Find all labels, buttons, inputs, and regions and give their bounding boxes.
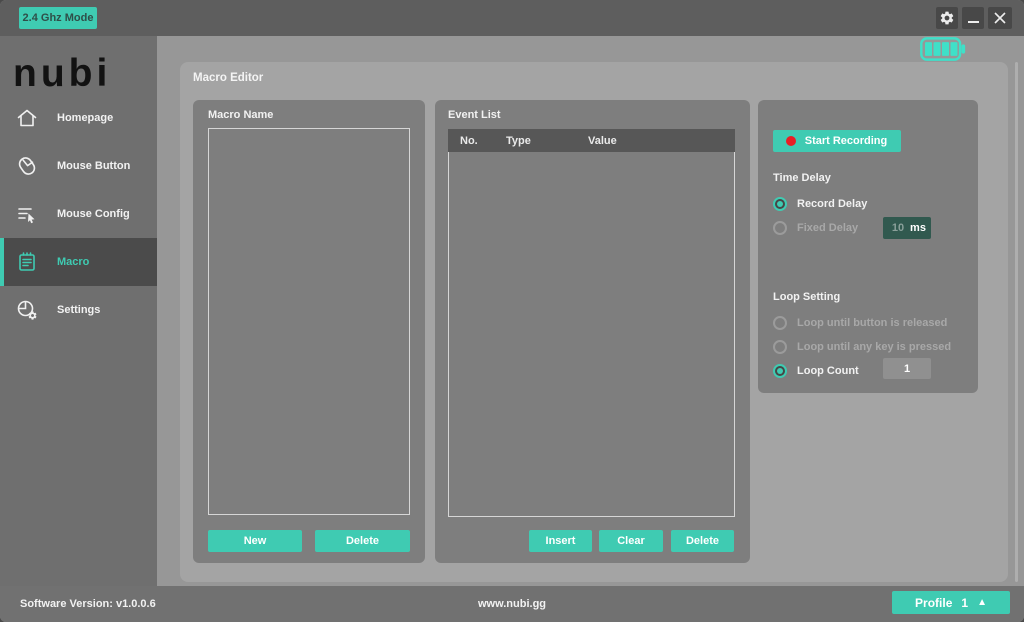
title-bar: 2.4 Ghz Mode [0, 0, 1024, 36]
event-list-panel: Event List No. Type Value Insert Clear D… [435, 100, 750, 563]
nubi-logo: nubi [13, 52, 145, 96]
battery-icon [919, 37, 967, 61]
recording-panel: Start Recording Time Delay Record Delay … [758, 100, 978, 393]
macro-name-list[interactable] [208, 128, 410, 515]
loop-count-label: Loop Count [797, 365, 859, 377]
macro-editor-container: Macro Editor Macro Name New Delete Event… [180, 62, 1008, 582]
profile-number: 1 [961, 596, 968, 610]
mouse-button-icon [15, 154, 39, 178]
sidebar-item-label: Homepage [57, 112, 113, 124]
loop-until-pressed-radio [773, 340, 787, 354]
event-delete-button[interactable]: Delete [671, 530, 734, 552]
main-area: Macro Editor Macro Name New Delete Event… [157, 36, 1024, 586]
close-button[interactable] [988, 7, 1012, 29]
event-list-title: Event List [448, 109, 501, 121]
loop-count-input-box [883, 358, 931, 379]
record-delay-label: Record Delay [797, 198, 867, 210]
sidebar-item-mouse-config[interactable]: Mouse Config [0, 190, 157, 238]
loop-count-option[interactable]: Loop Count [773, 363, 859, 379]
loop-count-input[interactable] [883, 358, 931, 379]
macro-new-button[interactable]: New [208, 530, 302, 552]
fixed-delay-unit: ms [910, 222, 926, 234]
column-value: Value [588, 135, 735, 147]
macro-name-title: Macro Name [208, 109, 273, 121]
loop-until-released-option[interactable]: Loop until button is released [773, 315, 947, 331]
loop-count-radio [773, 364, 787, 378]
settings-gear-button[interactable] [936, 7, 958, 29]
close-icon [993, 11, 1007, 25]
fixed-delay-input-box: ms [883, 217, 931, 239]
start-recording-button[interactable]: Start Recording [773, 130, 901, 152]
sidebar-item-settings[interactable]: Settings [0, 286, 157, 334]
mouse-config-icon [15, 202, 39, 226]
status-bar: www.nubi.gg Software Version: v1.0.0.6 P… [0, 586, 1024, 622]
macro-icon [15, 250, 39, 274]
settings-mouse-icon [15, 298, 39, 322]
column-type: Type [506, 135, 588, 147]
event-insert-button[interactable]: Insert [529, 530, 592, 552]
gear-icon [939, 10, 955, 26]
minimize-icon [968, 21, 979, 23]
software-version-text: Software Version: v1.0.0.6 [20, 586, 156, 622]
column-no: No. [448, 135, 506, 147]
event-table-body[interactable] [448, 152, 735, 517]
record-delay-radio [773, 197, 787, 211]
record-delay-option[interactable]: Record Delay [773, 196, 867, 212]
sidebar-item-label: Mouse Button [57, 160, 130, 172]
sidebar-nav: Homepage Mouse Button Mouse Config Macro [0, 94, 157, 334]
event-table-header: No. Type Value [448, 129, 735, 152]
macro-name-panel: Macro Name New Delete [193, 100, 425, 563]
sidebar: nubi Homepage Mouse Button Mouse Config [0, 36, 157, 586]
fixed-delay-input[interactable] [888, 222, 908, 234]
sidebar-item-label: Macro [57, 256, 89, 268]
app-window: 2.4 Ghz Mode nubi Homepage [0, 0, 1024, 622]
sidebar-item-mouse-button[interactable]: Mouse Button [0, 142, 157, 190]
loop-until-released-radio [773, 316, 787, 330]
fixed-delay-label: Fixed Delay [797, 222, 858, 234]
fixed-delay-option[interactable]: Fixed Delay [773, 220, 858, 236]
profile-selector-button[interactable]: Profile 1 ▲ [892, 591, 1010, 614]
vertical-scrollbar[interactable] [1015, 62, 1018, 582]
minimize-button[interactable] [962, 7, 984, 29]
time-delay-title: Time Delay [773, 172, 831, 184]
sidebar-item-macro[interactable]: Macro [0, 238, 157, 286]
start-recording-label: Start Recording [805, 135, 888, 147]
sidebar-item-label: Mouse Config [57, 208, 130, 220]
loop-until-pressed-option[interactable]: Loop until any key is pressed [773, 339, 951, 355]
sidebar-item-homepage[interactable]: Homepage [0, 94, 157, 142]
profile-arrow-icon: ▲ [977, 597, 987, 608]
profile-label: Profile [915, 596, 952, 610]
event-clear-button[interactable]: Clear [599, 530, 663, 552]
macro-delete-button[interactable]: Delete [315, 530, 410, 552]
loop-until-released-label: Loop until button is released [797, 317, 947, 329]
home-icon [15, 106, 39, 130]
page-title: Macro Editor [193, 72, 263, 84]
loop-until-pressed-label: Loop until any key is pressed [797, 341, 951, 353]
record-dot-icon [786, 136, 796, 146]
connection-mode-badge: 2.4 Ghz Mode [19, 7, 97, 29]
sidebar-item-label: Settings [57, 304, 100, 316]
fixed-delay-radio [773, 221, 787, 235]
loop-setting-title: Loop Setting [773, 291, 840, 303]
